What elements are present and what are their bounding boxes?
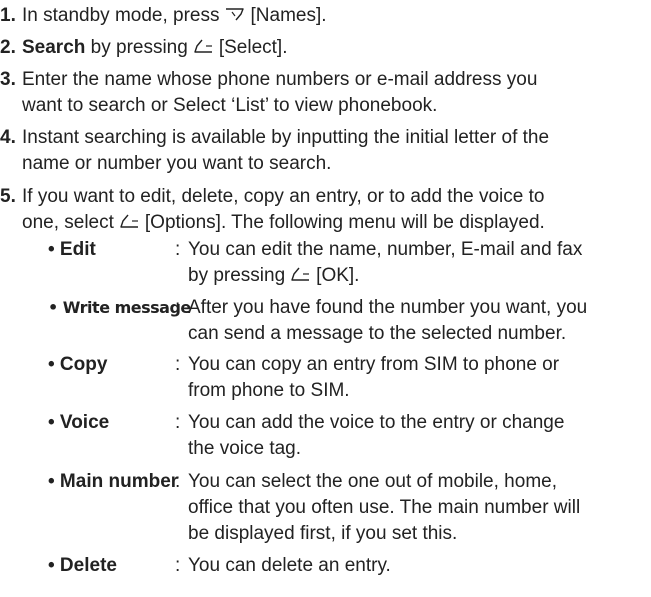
- option-colon: :: [175, 239, 181, 260]
- option-name: • Delete: [48, 555, 117, 576]
- option-text: office that you often use. The main numb…: [188, 497, 581, 518]
- option-name: • Main number: [48, 471, 179, 492]
- option-colon: :: [175, 354, 181, 375]
- step-number: 5.: [0, 186, 16, 207]
- option-colon: :: [175, 412, 181, 433]
- option-colon: :: [175, 555, 181, 576]
- option-text: You can add the voice to the entry or ch…: [188, 412, 565, 433]
- step-text: [Options]. The following menu will be di…: [144, 212, 545, 233]
- step-text: name or number you want to search.: [22, 153, 332, 174]
- option-text: You can delete an entry.: [188, 555, 391, 576]
- option-name: • Write message: [48, 298, 191, 317]
- step-keyword: Search: [22, 37, 86, 58]
- step-text: one, select: [22, 212, 114, 233]
- option-name: • Copy: [48, 354, 108, 375]
- right-softkey-icon: [224, 5, 246, 23]
- step-text: In standby mode, press: [22, 5, 220, 26]
- step-text: If you want to edit, delete, copy an ent…: [22, 186, 545, 207]
- option-text: After you have found the number you want…: [188, 297, 588, 318]
- option-text: the voice tag.: [188, 438, 302, 459]
- option-text: You can edit the name, number, E-mail an…: [188, 239, 583, 260]
- option-text: [OK].: [316, 265, 360, 286]
- option-text: by pressing: [188, 265, 286, 286]
- step-text: [Names].: [250, 5, 327, 26]
- option-text: from phone to SIM.: [188, 380, 350, 401]
- left-softkey-icon: [289, 265, 311, 283]
- step-number: 3.: [0, 69, 16, 90]
- step-number: 2.: [0, 37, 16, 58]
- option-name: • Voice: [48, 412, 110, 433]
- option-text: be displayed first, if you set this.: [188, 523, 458, 544]
- step-text: want to search or Select ‘List’ to view …: [22, 95, 438, 116]
- option-text: can send a message to the selected numbe…: [188, 323, 567, 344]
- left-softkey-icon: [192, 37, 214, 55]
- step-text: Instant searching is available by inputt…: [22, 127, 550, 148]
- option-name: • Edit: [48, 239, 96, 260]
- option-colon: :: [175, 297, 181, 318]
- option-text: You can copy an entry from SIM to phone …: [188, 354, 560, 375]
- option-colon: :: [175, 471, 181, 492]
- step-text: [Select].: [218, 37, 288, 58]
- step-number: 1.: [0, 5, 16, 26]
- step-number: 4.: [0, 127, 16, 148]
- left-softkey-icon: [118, 212, 140, 230]
- step-text: by pressing: [90, 37, 188, 58]
- option-text: You can select the one out of mobile, ho…: [188, 471, 557, 492]
- step-text: Enter the name whose phone numbers or e-…: [22, 69, 538, 90]
